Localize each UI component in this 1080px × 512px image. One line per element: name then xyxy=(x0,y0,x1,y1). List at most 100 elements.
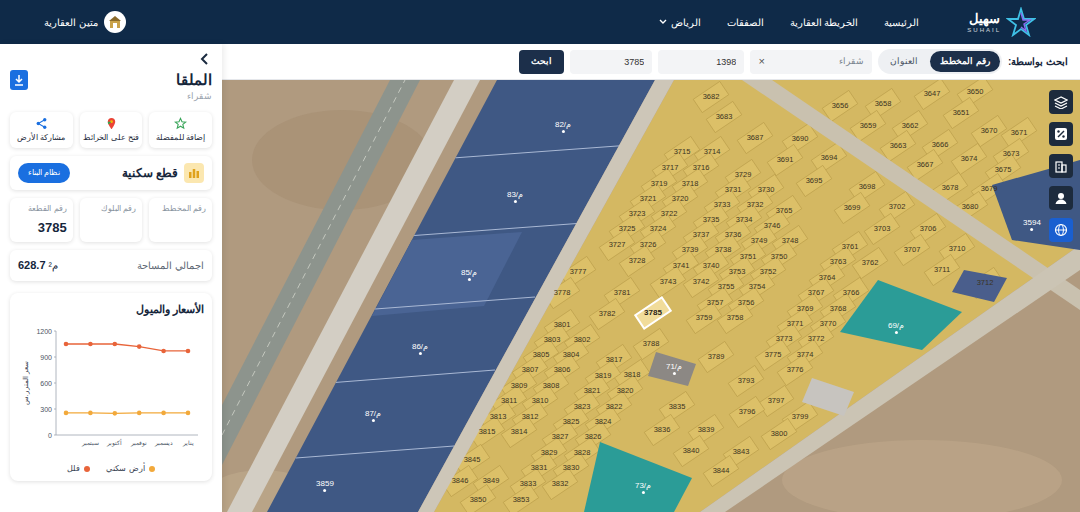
favorite-star-icon[interactable] xyxy=(174,117,187,130)
plot-label[interactable]: 3806 xyxy=(554,366,571,374)
plot-label[interactable]: 3717 xyxy=(662,164,679,172)
plot-label[interactable]: 3824 xyxy=(595,418,612,426)
plot-label[interactable]: 3759 xyxy=(696,314,713,322)
plot-label[interactable]: 3826 xyxy=(585,433,602,441)
plot-label[interactable]: 3776 xyxy=(787,366,804,374)
plot-label[interactable]: 3707 xyxy=(904,246,921,254)
zone-label[interactable]: 87/م xyxy=(365,410,381,422)
plot-label[interactable]: 3849 xyxy=(483,477,500,485)
plot-label[interactable]: 3801 xyxy=(554,321,571,329)
plot-label[interactable]: 3730 xyxy=(758,186,775,194)
plot-label[interactable]: 3752 xyxy=(760,268,777,276)
plot-cell[interactable] xyxy=(589,298,624,329)
plot-label[interactable]: 3754 xyxy=(749,283,766,291)
plot-cell[interactable] xyxy=(686,302,721,333)
brand[interactable]: سهيل SUHAIL xyxy=(967,7,1036,37)
plot-label[interactable]: 3812 xyxy=(522,413,539,421)
company-name[interactable]: متين العقارية xyxy=(44,15,98,30)
plot-label[interactable]: 3694 xyxy=(821,154,838,162)
owner-icon[interactable] xyxy=(1049,186,1073,210)
plot-label[interactable]: 3770 xyxy=(820,320,837,328)
plot-label[interactable]: 3827 xyxy=(552,433,569,441)
plot-label[interactable]: 3761 xyxy=(842,243,859,251)
plot-label[interactable]: 3769 xyxy=(797,305,814,313)
plot-cell[interactable] xyxy=(644,414,679,445)
series-point[interactable] xyxy=(186,349,191,354)
plot-label[interactable]: 3840 xyxy=(683,447,700,455)
zone-label[interactable]: 82/م xyxy=(555,121,571,133)
plot-label[interactable]: 3721 xyxy=(640,195,657,203)
plot-label[interactable]: 3839 xyxy=(698,426,715,434)
zone-label[interactable]: 73/م xyxy=(635,482,651,494)
building-system-button[interactable]: نظام البناء xyxy=(18,163,70,183)
zone-label[interactable]: 3859 xyxy=(316,480,334,492)
series-point[interactable] xyxy=(137,411,142,416)
plot-cell[interactable] xyxy=(729,396,764,427)
plot-label[interactable]: 3727 xyxy=(609,241,626,249)
plot-cell[interactable] xyxy=(619,245,654,276)
zone-label[interactable]: 3594 xyxy=(1023,219,1041,231)
zone-text[interactable]: 69/م xyxy=(888,322,904,330)
plot-label[interactable]: 3831 xyxy=(531,464,548,472)
plot-cell[interactable] xyxy=(864,213,899,244)
plot-label[interactable]: 3755 xyxy=(718,283,735,291)
plot-label[interactable]: 3819 xyxy=(595,372,612,380)
plot-label[interactable]: 3808 xyxy=(543,382,560,390)
zone-label[interactable]: 85/م xyxy=(461,269,477,281)
plot-label[interactable]: 3810 xyxy=(532,397,549,405)
plot-label[interactable]: 3782 xyxy=(599,310,616,318)
zone-text[interactable]: 73/م xyxy=(635,482,651,490)
plot-label[interactable]: 3764 xyxy=(819,274,836,282)
plot-label[interactable]: 3843 xyxy=(733,448,750,456)
plot-cell[interactable] xyxy=(850,110,885,141)
dropdown-chevron-icon[interactable] xyxy=(659,18,667,26)
plot-label[interactable]: 3820 xyxy=(617,387,634,395)
plot-label[interactable]: 3714 xyxy=(704,148,721,156)
plot-label[interactable]: 3821 xyxy=(584,387,601,395)
plot-label[interactable]: 3822 xyxy=(606,403,623,411)
plot-label[interactable]: 3748 xyxy=(782,237,799,245)
plot-label[interactable]: 3835 xyxy=(669,403,686,411)
series-point[interactable] xyxy=(186,411,191,416)
plot-label[interactable]: 3740 xyxy=(703,262,720,270)
action-button[interactable]: إضافة للمفضلة xyxy=(149,112,212,148)
plot-label[interactable]: 3703 xyxy=(874,225,891,233)
plot-cell[interactable] xyxy=(542,468,577,499)
plot-label[interactable]: 3751 xyxy=(740,253,757,261)
back-chevron-icon[interactable] xyxy=(198,52,212,66)
zone-text[interactable]: 3859 xyxy=(316,480,334,488)
plot-cell[interactable] xyxy=(758,385,793,416)
plot-label[interactable]: 3765 xyxy=(776,207,793,215)
plot-label[interactable]: 3845 xyxy=(464,456,481,464)
plot-label[interactable]: 3788 xyxy=(643,340,660,348)
plot-label[interactable]: 3771 xyxy=(787,320,804,328)
plot-cell[interactable] xyxy=(599,229,634,260)
plot-label[interactable]: 3762 xyxy=(862,259,879,267)
plot-label[interactable]: 3702 xyxy=(889,203,906,211)
plot-label[interactable]: 3666 xyxy=(932,141,949,149)
plot-label[interactable]: 3723 xyxy=(629,210,646,218)
plot-label[interactable]: 3683 xyxy=(716,113,733,121)
plot-label[interactable]: 3832 xyxy=(552,480,569,488)
plot-label[interactable]: 3829 xyxy=(541,449,558,457)
plot-label[interactable]: 3809 xyxy=(511,382,528,390)
plot-label[interactable]: 3690 xyxy=(792,135,809,143)
plot-label[interactable]: 3663 xyxy=(890,142,907,150)
plot-cell[interactable] xyxy=(777,354,812,385)
plot-label[interactable]: 3828 xyxy=(574,449,591,457)
plot-cell[interactable] xyxy=(796,165,831,196)
plot-label[interactable]: 3680 xyxy=(962,203,979,211)
plot-label[interactable]: 3750 xyxy=(771,253,788,261)
plot-label[interactable]: 3719 xyxy=(651,180,668,188)
series-point[interactable] xyxy=(88,411,93,416)
plot-cell[interactable] xyxy=(659,391,694,422)
plot-label[interactable]: 3739 xyxy=(682,246,699,254)
plot-cell[interactable] xyxy=(755,339,790,370)
plot-label[interactable]: 3850 xyxy=(470,496,487,504)
plot-label[interactable]: 3823 xyxy=(574,403,591,411)
building-price-icon[interactable] xyxy=(1049,154,1073,178)
zone-label[interactable]: 69/م xyxy=(888,322,904,334)
plot-cell[interactable] xyxy=(834,192,869,223)
company[interactable]: متين العقارية xyxy=(44,11,126,33)
plot-label[interactable]: 3710 xyxy=(949,245,966,253)
